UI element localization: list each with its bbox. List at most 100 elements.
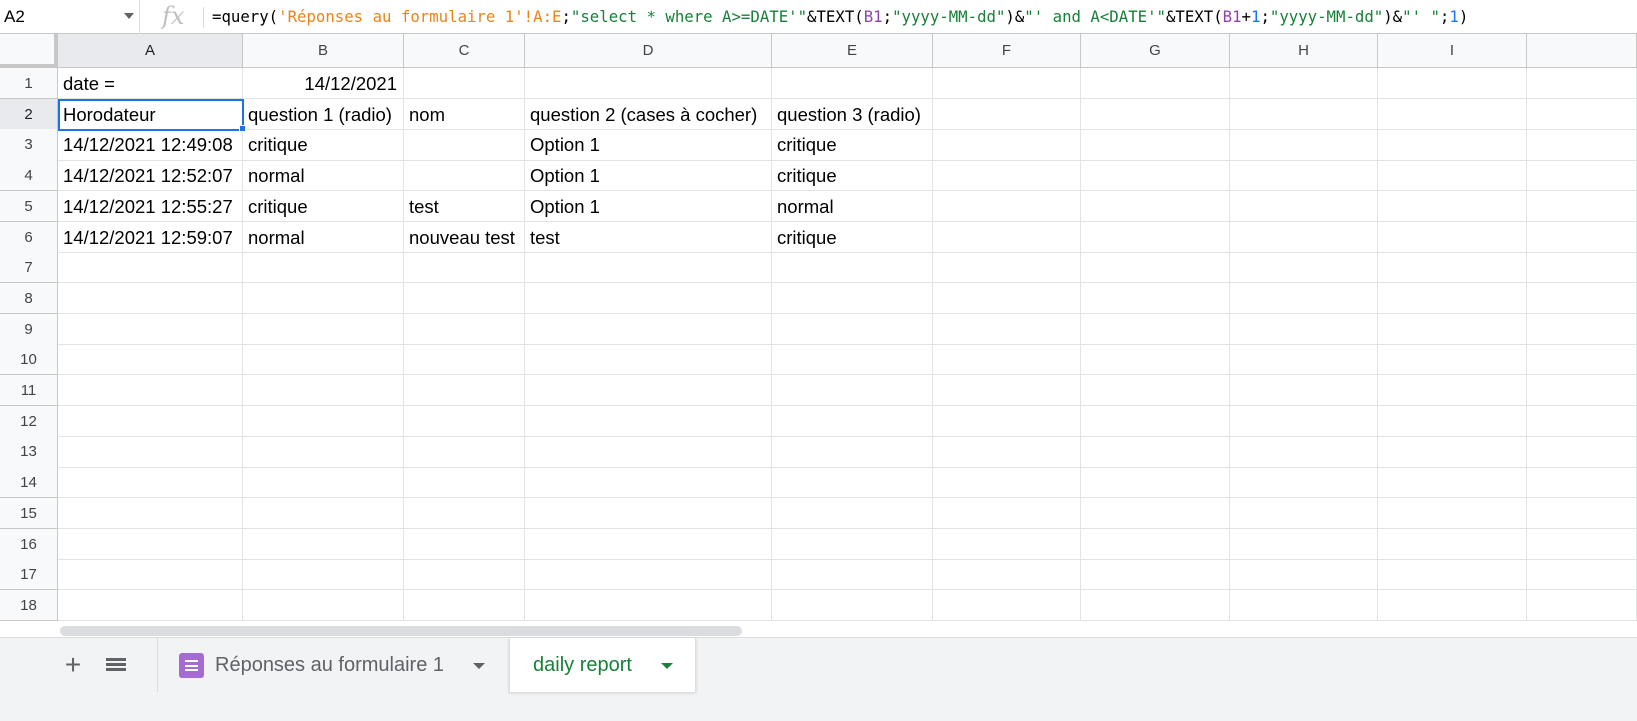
cell-i18[interactable] [1378,589,1527,622]
row-header-18[interactable]: 18 [0,589,58,622]
cell-b12[interactable] [243,405,404,437]
cell-b14[interactable] [243,467,404,499]
cell-b17[interactable] [243,559,404,591]
cell-a16[interactable] [58,528,243,560]
cell-f13[interactable] [933,436,1081,468]
cell-b15[interactable] [243,497,404,529]
tab-menu-arrow-icon[interactable] [661,663,673,669]
row-header-1[interactable]: 1 [0,68,58,100]
cell-e6[interactable]: critique [772,221,933,253]
cell-f18[interactable] [933,589,1081,622]
cell-d2[interactable]: question 2 (cases à cocher) [525,98,772,130]
row-header-8[interactable]: 8 [0,282,58,315]
cell-f5[interactable] [933,190,1081,222]
cell-g15[interactable] [1081,497,1230,529]
cell-i12[interactable] [1378,405,1527,437]
row-header-9[interactable]: 9 [0,313,58,345]
cell-h11[interactable] [1230,375,1378,407]
cell-j18[interactable] [1527,589,1637,622]
cell-g18[interactable] [1081,589,1230,622]
cell-d6[interactable]: test [525,221,772,253]
cell-e5[interactable]: normal [772,190,933,222]
spreadsheet-grid[interactable]: ABCDEFGHI 1 2 3 4 5 6 7 8 9 10 11 12 13 14 15 16 17 18 da… [0,34,1637,624]
cell-d17[interactable] [525,559,772,591]
cell-g4[interactable] [1081,160,1230,192]
cell-c1[interactable] [404,68,525,100]
cell-h3[interactable] [1230,129,1378,161]
cell-j7[interactable] [1527,252,1637,284]
column-header-c[interactable]: C [404,34,525,68]
cell-j17[interactable] [1527,559,1637,591]
cell-b5[interactable]: critique [243,190,404,222]
row-header-13[interactable]: 13 [0,436,58,468]
cell-d11[interactable] [525,375,772,407]
cell-g11[interactable] [1081,375,1230,407]
cell-i8[interactable] [1378,282,1527,315]
cell-a13[interactable] [58,436,243,468]
cell-j15[interactable] [1527,497,1637,529]
cell-h1[interactable] [1230,68,1378,100]
tab-menu-arrow-icon[interactable] [473,663,485,669]
cell-i2[interactable] [1378,98,1527,130]
cell-c5[interactable]: test [404,190,525,222]
cell-e7[interactable] [772,252,933,284]
cell-a7[interactable] [58,252,243,284]
cell-d8[interactable] [525,282,772,315]
cell-b2[interactable]: question 1 (radio) [243,98,404,130]
cell-g6[interactable] [1081,221,1230,253]
cell-c14[interactable] [404,467,525,499]
row-header-10[interactable]: 10 [0,344,58,376]
cell-h12[interactable] [1230,405,1378,437]
column-header-d[interactable]: D [525,34,772,68]
cell-f7[interactable] [933,252,1081,284]
cell-h8[interactable] [1230,282,1378,315]
add-sheet-button[interactable]: + [60,651,86,681]
cell-j8[interactable] [1527,282,1637,315]
cell-b1[interactable]: 14/12/2021 [243,68,404,100]
cell-b11[interactable] [243,375,404,407]
cell-i13[interactable] [1378,436,1527,468]
cell-g12[interactable] [1081,405,1230,437]
cell-e3[interactable]: critique [772,129,933,161]
cell-c18[interactable] [404,589,525,622]
cell-h10[interactable] [1230,344,1378,376]
cell-b4[interactable]: normal [243,160,404,192]
row-header-7[interactable]: 7 [0,252,58,284]
cell-h15[interactable] [1230,497,1378,529]
cell-i7[interactable] [1378,252,1527,284]
row-header-17[interactable]: 17 [0,559,58,591]
cell-e12[interactable] [772,405,933,437]
cell-g14[interactable] [1081,467,1230,499]
cell-f4[interactable] [933,160,1081,192]
column-header-b[interactable]: B [243,34,404,68]
column-header-partial[interactable] [1527,34,1637,68]
cell-g17[interactable] [1081,559,1230,591]
cell-b9[interactable] [243,313,404,345]
cell-a4[interactable]: 14/12/2021 12:52:07 [58,160,243,192]
row-header-2[interactable]: 2 [0,98,58,130]
cell-a15[interactable] [58,497,243,529]
cell-f17[interactable] [933,559,1081,591]
cell-h5[interactable] [1230,190,1378,222]
cell-d1[interactable] [525,68,772,100]
cell-d18[interactable] [525,589,772,622]
dropdown-arrow-icon[interactable] [124,13,134,19]
cell-e17[interactable] [772,559,933,591]
cell-a3[interactable]: 14/12/2021 12:49:08 [58,129,243,161]
cell-h7[interactable] [1230,252,1378,284]
cell-g9[interactable] [1081,313,1230,345]
row-header-3[interactable]: 3 [0,129,58,161]
cell-e16[interactable] [772,528,933,560]
row-header-11[interactable]: 11 [0,375,58,407]
cell-d13[interactable] [525,436,772,468]
cell-g1[interactable] [1081,68,1230,100]
horizontal-scrollbar-thumb[interactable] [60,626,742,636]
cell-f1[interactable] [933,68,1081,100]
cell-e10[interactable] [772,344,933,376]
cell-b8[interactable] [243,282,404,315]
cell-i6[interactable] [1378,221,1527,253]
cell-i3[interactable] [1378,129,1527,161]
cell-e4[interactable]: critique [772,160,933,192]
cell-a11[interactable] [58,375,243,407]
cell-e15[interactable] [772,497,933,529]
